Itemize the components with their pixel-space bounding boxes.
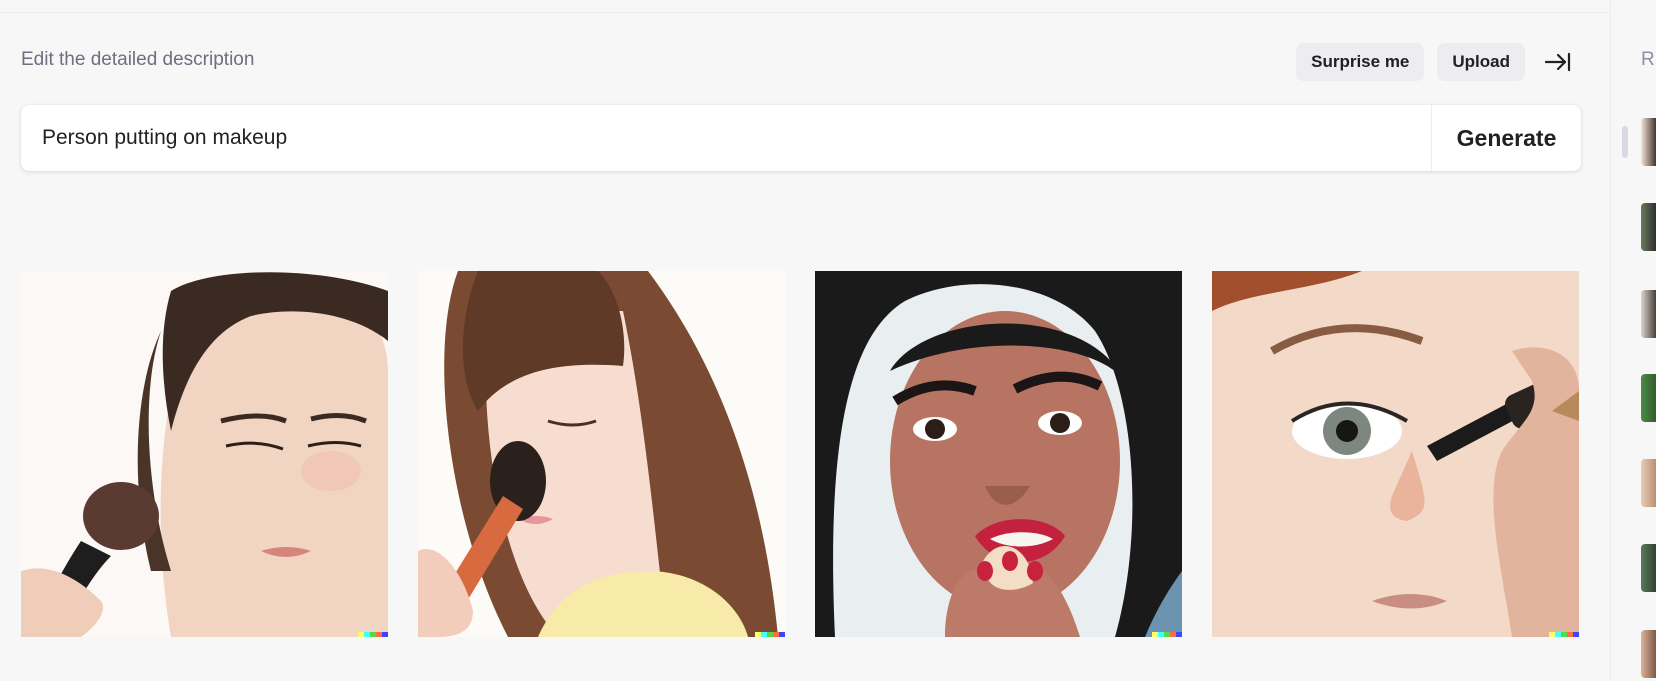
history-thumb-7[interactable] [1641, 630, 1656, 678]
prompt-input[interactable] [21, 105, 1431, 171]
history-sidebar: R [1610, 0, 1656, 681]
sidebar-title: R [1641, 49, 1655, 70]
main-panel: Edit the detailed description Surprise m… [0, 13, 1610, 681]
sidebar-scrollbar[interactable] [1622, 126, 1628, 158]
toolbar: Surprise me Upload [1296, 43, 1578, 81]
arrow-right-to-line-icon [1545, 52, 1571, 72]
generated-image-1[interactable] [21, 271, 388, 637]
generation-badge [358, 632, 388, 637]
history-thumb-1[interactable] [1641, 118, 1656, 166]
generation-badge [1152, 632, 1182, 637]
history-thumb-2[interactable] [1641, 203, 1656, 251]
generated-image-4[interactable] [1212, 271, 1579, 637]
top-border [0, 0, 1610, 13]
history-thumb-6[interactable] [1641, 544, 1656, 592]
generated-image-3[interactable] [815, 271, 1182, 637]
generation-badge [1549, 632, 1579, 637]
upload-button[interactable]: Upload [1437, 43, 1525, 81]
generated-image-icon [1212, 271, 1579, 637]
history-thumb-3[interactable] [1641, 290, 1656, 338]
generate-button[interactable]: Generate [1431, 105, 1581, 171]
generated-image-icon [815, 271, 1182, 637]
history-thumb-5[interactable] [1641, 459, 1656, 507]
generation-badge [755, 632, 785, 637]
history-thumb-4[interactable] [1641, 374, 1656, 422]
image-grid [21, 271, 1579, 637]
generated-image-icon [21, 271, 388, 637]
surprise-me-button[interactable]: Surprise me [1296, 43, 1425, 81]
generated-image-2[interactable] [418, 271, 785, 637]
generated-image-icon [418, 271, 785, 637]
prompt-bar: Generate [21, 105, 1581, 171]
prompt-label: Edit the detailed description [21, 49, 255, 70]
collapse-sidebar-button[interactable] [1538, 43, 1578, 81]
